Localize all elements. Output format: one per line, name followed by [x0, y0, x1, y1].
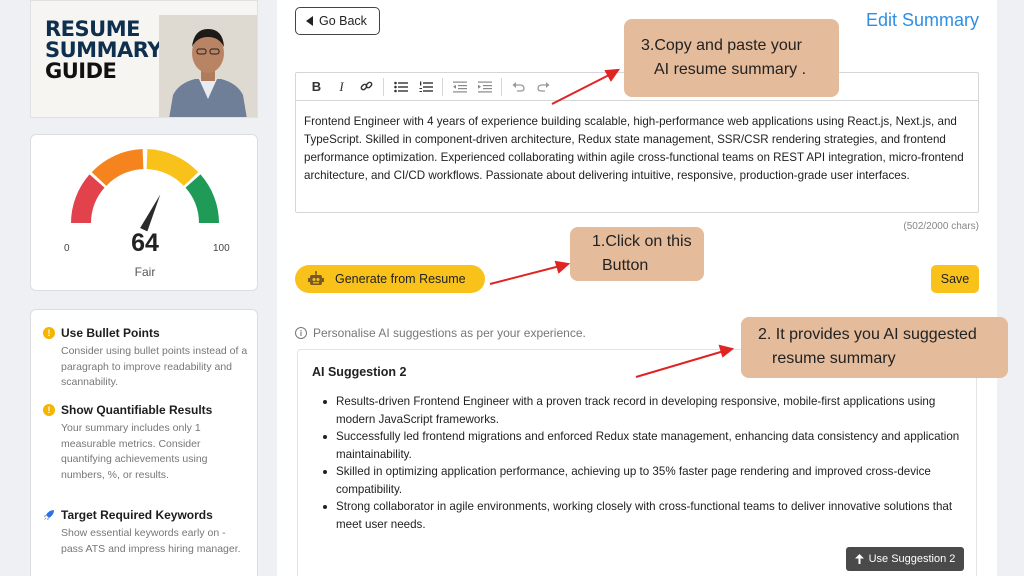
tip-quantifiable-results: ! Show Quantifiable Results Your summary … [43, 403, 249, 483]
toolbar-divider [383, 77, 384, 96]
score-min: 0 [64, 243, 70, 254]
tip-title: Target Required Keywords [61, 508, 213, 522]
tip-title: Use Bullet Points [61, 326, 160, 340]
warning-icon: ! [43, 327, 55, 339]
generate-from-resume-button[interactable]: Generate from Resume [295, 265, 485, 293]
callout-line: 2. It provides you AI suggested [758, 326, 977, 343]
go-back-button[interactable]: Go Back [295, 7, 380, 35]
tip-body: Your summary includes only 1 measurable … [61, 422, 208, 481]
score-label: Fair [134, 265, 156, 279]
go-back-label: Go Back [319, 14, 367, 28]
gauge-needle [140, 194, 161, 232]
summary-textarea[interactable]: Frontend Engineer with 4 years of experi… [296, 101, 978, 185]
rocket-icon [44, 510, 54, 520]
personalise-text: Personalise AI suggestions as per your e… [313, 326, 586, 340]
use-suggestion-label: Use Suggestion 2 [868, 553, 956, 565]
callout-line: Button [602, 257, 649, 274]
callout-line: AI resume summary . [654, 61, 807, 78]
save-button[interactable]: Save [931, 265, 979, 293]
use-suggestion-button[interactable]: Use Suggestion 2 [846, 547, 964, 571]
bold-button[interactable]: B [304, 76, 329, 98]
suggestion-title: AI Suggestion 2 [312, 365, 407, 379]
indent-icon[interactable] [472, 76, 497, 98]
personalise-note: i Personalise AI suggestions as per your… [295, 326, 586, 340]
tip-body: Show essential keywords early on - pass … [61, 527, 241, 555]
guide-title-line-3: GUIDE [45, 59, 117, 83]
tip-target-keywords: Target Required Keywords Show essential … [43, 508, 249, 557]
italic-button[interactable]: I [329, 76, 354, 98]
tip-body: Consider using bullet points instead of … [61, 345, 248, 388]
char-counter: (502/2000 chars) [903, 221, 979, 232]
callout-click-button: 1.Click on this Button [570, 227, 704, 281]
suggestion-item: Successfully led frontend migrations and… [323, 428, 968, 463]
tips-card: ! Use Bullet Points Consider using bullet… [30, 309, 258, 576]
info-icon: i [295, 327, 307, 339]
callout-ai-suggested: 2. It provides you AI suggested resume s… [741, 317, 1008, 378]
presenter-photo [159, 15, 257, 117]
callout-line: 3.Copy and paste your [641, 37, 802, 54]
suggestion-item: Skilled in optimizing application perfor… [323, 463, 968, 498]
suggestion-list: Results-driven Frontend Engineer with a … [323, 393, 968, 533]
callout-line: 1.Click on this [592, 233, 692, 250]
numbered-list-icon[interactable] [413, 76, 438, 98]
guide-title-line-2: SUMMARY [45, 38, 162, 62]
suggestion-item: Results-driven Frontend Engineer with a … [323, 393, 968, 428]
page-title: Edit Summary [865, 10, 979, 30]
guide-title: RESUME SUMMARY GUIDE [45, 19, 162, 82]
outdent-icon[interactable] [447, 76, 472, 98]
back-arrow-icon [306, 16, 313, 26]
bullet-list-icon[interactable] [388, 76, 413, 98]
guide-title-line-1: RESUME [45, 17, 140, 41]
callout-line: resume summary [772, 350, 896, 367]
suggestion-item: Strong collaborator in agile environment… [323, 498, 968, 533]
warning-icon: ! [43, 404, 55, 416]
guide-thumbnail: RESUME SUMMARY GUIDE [30, 0, 258, 118]
callout-copy-paste: 3.Copy and paste your AI resume summary … [624, 19, 839, 97]
redo-icon[interactable] [531, 76, 556, 98]
generate-label: Generate from Resume [335, 272, 466, 286]
toolbar-divider [442, 77, 443, 96]
toolbar-divider [501, 77, 502, 96]
tip-bullet-points: ! Use Bullet Points Consider using bullet… [43, 326, 249, 391]
score-max: 100 [213, 243, 230, 254]
undo-icon[interactable] [506, 76, 531, 98]
arrow-up-icon [854, 554, 864, 564]
robot-icon [308, 271, 324, 285]
tip-title: Show Quantifiable Results [61, 403, 213, 417]
link-icon[interactable] [354, 76, 379, 98]
score-card: 64 0 100 Fair [30, 134, 258, 291]
ai-suggestion-card: AI Suggestion 2 Results-driven Frontend … [297, 349, 977, 576]
